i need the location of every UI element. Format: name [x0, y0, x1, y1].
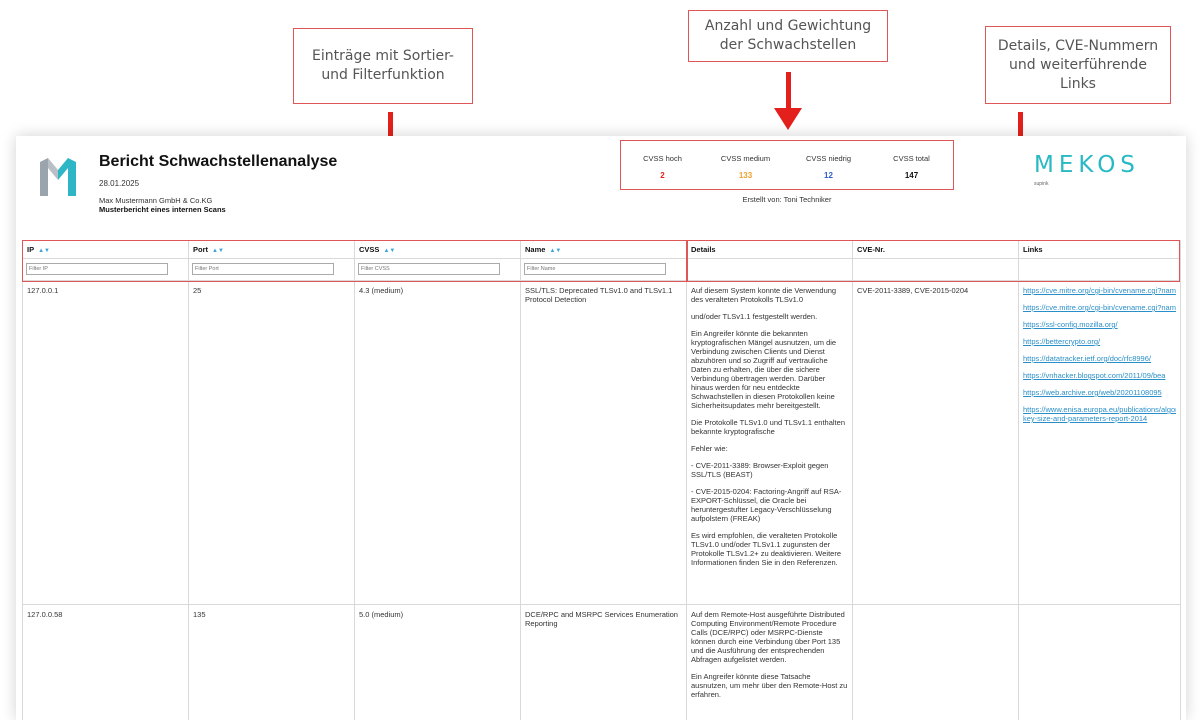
header-label: CVSS: [359, 245, 380, 254]
stat-value: 12: [824, 171, 833, 180]
stage: Einträge mit Sortier- und Filterfunktion…: [0, 0, 1200, 720]
cell-cvss: 4.3 (medium): [354, 280, 521, 605]
table-row: 127.0.0.58 135 5.0 (medium) DCE/RPC and …: [22, 604, 1181, 720]
filter-cell: [686, 258, 853, 281]
cell-cve: [852, 604, 1019, 720]
filter-cell: [188, 258, 355, 281]
cell-port: 25: [188, 280, 355, 605]
reference-link[interactable]: https://bettercrypto.org/: [1023, 337, 1176, 346]
reference-link[interactable]: https://vnhacker.blogspot.com/2011/09/be…: [1023, 371, 1176, 380]
details-paragraph: Fehler wie:: [691, 444, 728, 453]
stat-label: CVSS total: [893, 154, 930, 163]
filter-cvss-input[interactable]: [358, 263, 500, 275]
sort-icon[interactable]: ▲▼: [38, 248, 50, 254]
stat-label: CVSS niedrig: [805, 154, 852, 163]
stat-medium: CVSS medium 133: [704, 141, 787, 189]
annotation-details-links: Details, CVE-Nummern und weiterführende …: [985, 26, 1171, 104]
filter-cell: [1018, 258, 1181, 281]
header-label: Links: [1023, 245, 1043, 254]
cell-cvss: 5.0 (medium): [354, 604, 521, 720]
brand-logo: MEKOS: [1034, 152, 1140, 178]
stat-label: CVSS hoch: [643, 154, 682, 163]
cell-ip: 127.0.0.58: [22, 604, 189, 720]
header-label: Name: [525, 245, 546, 254]
col-header-details: Details: [686, 240, 853, 259]
col-header-cve: CVE-Nr.: [852, 240, 1019, 259]
stat-value: 147: [904, 171, 919, 180]
filter-cell: [520, 258, 687, 281]
annotation-details-links-text: Details, CVE-Nummern und weiterführende …: [997, 37, 1159, 92]
reference-link[interactable]: https://web.archive.org/web/20201108095: [1023, 388, 1176, 397]
reference-link[interactable]: https://ssl-config.mozilla.org/: [1023, 320, 1176, 329]
vulnerability-table: IP ▲▼ Port ▲▼ CVSS ▲▼ Name ▲▼ Details CVE-Nr…: [22, 240, 1181, 720]
details-paragraph: - CVE-2011-3389: Browser-Exploit gegen S…: [691, 461, 829, 479]
filter-cell: [354, 258, 521, 281]
annotation-count-weight: Anzahl und Gewichtung der Schwachstellen: [688, 10, 888, 62]
annotation-sort-filter-text: Einträge mit Sortier- und Filterfunktion: [312, 48, 454, 83]
stat-high: CVSS hoch 2: [621, 141, 704, 189]
reference-link[interactable]: https://cve.mitre.org/cgi-bin/cvename.cg…: [1023, 303, 1176, 312]
header-label: CVE-Nr.: [857, 245, 885, 254]
col-header-port[interactable]: Port ▲▼: [188, 240, 355, 259]
header-label: Details: [691, 245, 716, 254]
report-page: Bericht Schwachstellenanalyse 28.01.2025…: [16, 136, 1186, 720]
header-label: IP: [27, 245, 35, 254]
filter-port-input[interactable]: [192, 263, 334, 275]
details-paragraph: und/oder TLSv1.1 festgestellt werden.: [691, 312, 818, 321]
filter-cell: [22, 258, 189, 281]
cell-cve: CVE-2011-3389, CVE-2015-0204: [852, 280, 1019, 605]
sort-icon[interactable]: ▲▼: [549, 248, 561, 254]
reference-link[interactable]: https://cve.mitre.org/cgi-bin/cvename.cg…: [1023, 286, 1176, 295]
col-header-cvss[interactable]: CVSS ▲▼: [354, 240, 521, 259]
col-header-ip[interactable]: IP ▲▼: [22, 240, 189, 259]
cell-name: DCE/RPC and MSRPC Services Enumeration R…: [520, 604, 687, 720]
details-paragraph: Es wird empfohlen, die veralteten Protok…: [691, 531, 842, 567]
annotation-count-weight-text: Anzahl und Gewichtung der Schwachstellen: [704, 18, 872, 53]
annotation-sort-filter: Einträge mit Sortier- und Filterfunktion: [293, 28, 473, 104]
report-subtitle: Musterbericht eines internen Scans: [99, 205, 226, 214]
stat-value: 133: [738, 171, 753, 180]
details-paragraph: Auf dem Remote-Host ausgeführte Distribu…: [691, 610, 845, 664]
cell-links: [1018, 604, 1181, 720]
details-paragraph: Auf diesem System konnte die Verwendung …: [691, 286, 837, 304]
reference-link[interactable]: https://datatracker.ietf.org/doc/rfc8996…: [1023, 354, 1176, 363]
table-row: 127.0.0.1 25 4.3 (medium) SSL/TLS: Depre…: [22, 280, 1181, 605]
filter-name-input[interactable]: [524, 263, 666, 275]
cell-ip: 127.0.0.1: [22, 280, 189, 605]
sort-icon[interactable]: ▲▼: [212, 248, 224, 254]
company-logo-icon: [40, 158, 76, 196]
report-creator: Erstellt von: Toni Techniker: [742, 195, 832, 204]
cell-details: Auf dem Remote-Host ausgeführte Distribu…: [686, 604, 853, 720]
brand-sub-logo: supink: [1034, 181, 1049, 187]
reference-link[interactable]: https://www.enisa.europa.eu/publications…: [1023, 405, 1176, 423]
report-date: 28.01.2025: [99, 179, 140, 188]
cell-links: https://cve.mitre.org/cgi-bin/cvename.cg…: [1018, 280, 1181, 605]
stat-value: 2: [660, 171, 665, 180]
cvss-summary: CVSS hoch 2 CVSS medium 133 CVSS niedrig…: [620, 140, 954, 190]
cell-details: Auf diesem System konnte die Verwendung …: [686, 280, 853, 605]
stat-low: CVSS niedrig 12: [787, 141, 870, 189]
header-label: Port: [193, 245, 208, 254]
col-header-links: Links: [1018, 240, 1181, 259]
filter-cell: [852, 258, 1019, 281]
sort-icon[interactable]: ▲▼: [383, 248, 395, 254]
details-paragraph: Die Protokolle TLSv1.0 und TLSv1.1 entha…: [691, 418, 845, 436]
company-name: Max Mustermann GmbH & Co.KG: [99, 196, 213, 205]
cell-port: 135: [188, 604, 355, 720]
col-header-name[interactable]: Name ▲▼: [520, 240, 687, 259]
stat-label: CVSS medium: [720, 154, 771, 163]
stat-total: CVSS total 147: [870, 141, 953, 189]
details-paragraph: - CVE-2015-0204: Factoring-Angriff auf R…: [691, 487, 842, 523]
details-paragraph: Ein Angreifer könnte die bekannten krypt…: [691, 329, 837, 410]
report-title: Bericht Schwachstellenanalyse: [99, 153, 338, 170]
cell-name: SSL/TLS: Deprecated TLSv1.0 and TLSv1.1 …: [520, 280, 687, 605]
details-paragraph: Ein Angreifer könnte diese Tatsache ausn…: [691, 672, 848, 699]
report-company: Max Mustermann GmbH & Co.KG Musterberich…: [99, 196, 226, 214]
filter-ip-input[interactable]: [26, 263, 168, 275]
